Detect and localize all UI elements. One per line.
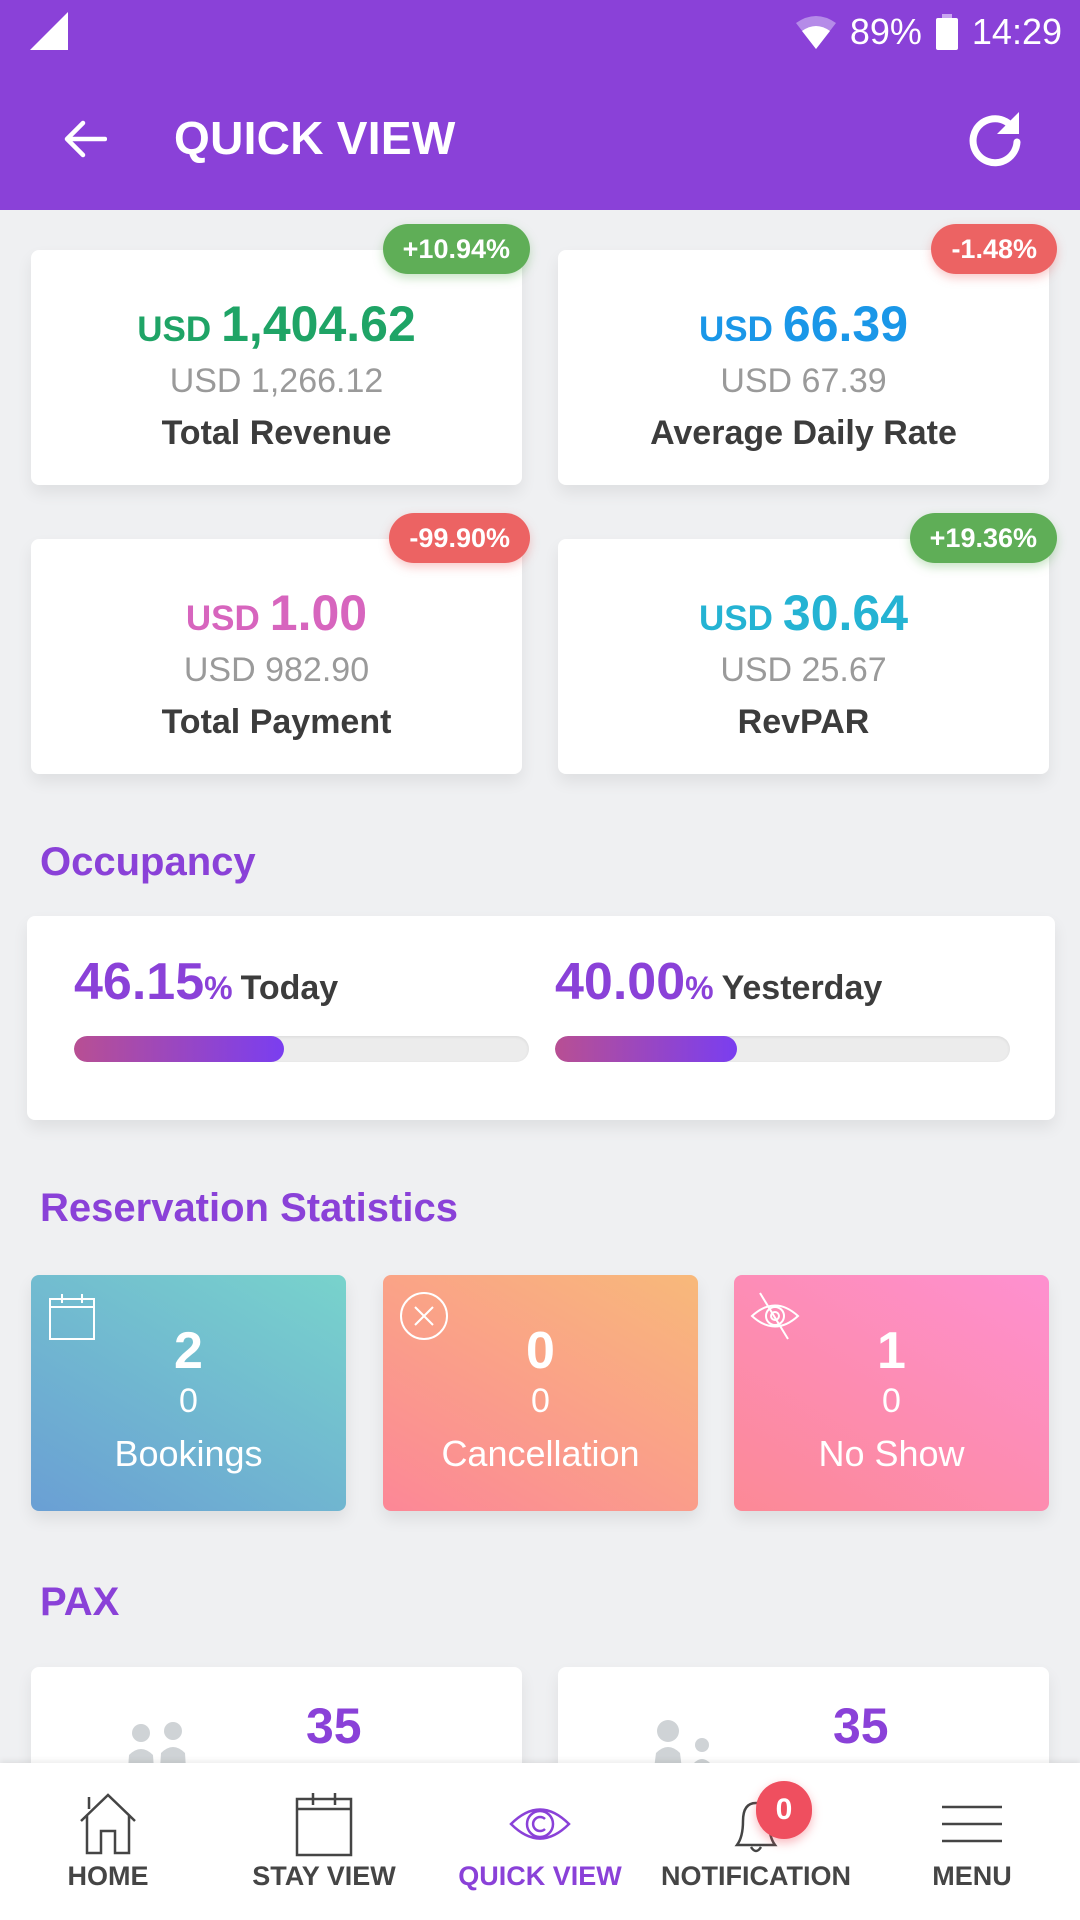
calendar-icon (295, 1793, 353, 1857)
bookings-label: Bookings (114, 1433, 263, 1474)
occupancy-today: 46.15% Today (74, 952, 529, 1062)
hamburger-icon (942, 1805, 1002, 1843)
progress-fill (74, 1036, 284, 1062)
kpi-card-total-revenue[interactable]: +10.94% USD 1,404.62 USD 1,266.12 Total R… (31, 224, 530, 485)
kpi-previous-value: USD 67.39 (720, 362, 887, 400)
nav-home[interactable]: HOME (0, 1763, 216, 1920)
occupancy-today-progress (74, 1036, 529, 1062)
occupancy-today-label: Today (240, 969, 339, 1007)
occupancy-yesterday-label: Yesterday (721, 969, 883, 1007)
reservation-statistics-title: Reservation Statistics (40, 1186, 458, 1230)
occupancy-today-value: 46.15 (74, 953, 205, 1011)
page-title: QUICK VIEW (174, 112, 456, 164)
toolbar: QUICK VIEW (0, 65, 1080, 210)
kpi-card-average-daily-rate[interactable]: -1.48% USD 66.39 USD 67.39 Average Daily … (558, 224, 1057, 485)
nav-quick-view-label: QUICK VIEW (458, 1861, 622, 1891)
clock: 14:29 (971, 11, 1062, 52)
notification-count-badge: 0 (756, 1781, 812, 1839)
battery-percent: 89% (849, 11, 922, 52)
nav-notification[interactable]: 0 NOTIFICATION (648, 1763, 864, 1920)
eye-icon (509, 1808, 571, 1840)
nav-home-label: HOME (67, 1861, 149, 1891)
progress-fill (555, 1036, 737, 1062)
change-badge: -1.48% (931, 224, 1057, 274)
app-bar: 89% 14:29 QUICK VIEW (0, 0, 1080, 210)
kpi-card-total-payment[interactable]: -99.90% USD 1.00 USD 982.90 Total Payment (31, 513, 530, 774)
cancellation-card[interactable]: 0 0 Cancellation (383, 1275, 698, 1511)
kpi-value: USD 1.00 (185, 585, 368, 641)
occupancy-yesterday-progress (555, 1036, 1010, 1062)
change-badge: +10.94% (382, 224, 530, 274)
bookings-card[interactable]: 2 0 Bookings (31, 1275, 346, 1511)
nav-notification-label: NOTIFICATION (661, 1861, 851, 1891)
kpi-value: USD 30.64 (698, 585, 909, 641)
nav-stay-view-label: STAY VIEW (252, 1861, 396, 1891)
pax-children-value: 35 (833, 1698, 889, 1754)
kpi-previous-value: USD 25.67 (720, 651, 887, 689)
eye-off-icon (750, 1292, 800, 1340)
kpi-previous-value: USD 982.90 (183, 651, 370, 689)
refresh-icon (969, 112, 1021, 167)
cancellation-label: Cancellation (441, 1433, 640, 1474)
nav-stay-view[interactable]: STAY VIEW (216, 1763, 432, 1920)
calendar-icon (49, 1294, 95, 1340)
status-bar: 89% 14:29 (0, 0, 1080, 65)
battery-icon (935, 14, 958, 50)
pax-title: PAX (40, 1580, 120, 1624)
refresh-button[interactable] (960, 103, 1030, 173)
occupancy-title: Occupancy (40, 840, 256, 884)
kpi-previous-value: USD 1,266.12 (169, 362, 384, 400)
kpi-label: RevPAR (737, 703, 870, 741)
occupancy-yesterday: 40.00% Yesterday (555, 952, 1010, 1062)
no-show-card[interactable]: 1 0 No Show (734, 1275, 1049, 1511)
kpi-value: USD 66.39 (698, 296, 909, 352)
occupancy-yesterday-value: 40.00 (555, 953, 686, 1011)
kpi-value: USD 1,404.62 (137, 296, 416, 352)
kpi-card-revpar[interactable]: +19.36% USD 30.64 USD 25.67 RevPAR (558, 513, 1057, 774)
nav-quick-view[interactable]: QUICK VIEW (432, 1763, 648, 1920)
bottom-navigation: HOME STAY VIEW QUICK VIEW 0 NOTIFICATION (0, 1763, 1080, 1920)
nav-menu-label: MENU (932, 1861, 1012, 1891)
kpi-label: Average Daily Rate (650, 414, 957, 452)
occupancy-card: 46.15% Today 40.00% Yesterday (27, 916, 1055, 1120)
change-badge: -99.90% (389, 513, 530, 563)
no-show-label: No Show (818, 1433, 965, 1474)
home-icon (80, 1793, 136, 1855)
back-button[interactable] (55, 109, 115, 169)
change-badge: +19.36% (909, 513, 1057, 563)
kpi-label: Total Payment (161, 703, 392, 741)
pax-adults-value: 35 (306, 1698, 362, 1754)
nav-menu[interactable]: MENU (864, 1763, 1080, 1920)
cell-signal-icon (30, 12, 68, 50)
wifi-icon (795, 16, 836, 49)
kpi-label: Total Revenue (161, 414, 392, 452)
bookings-previous: 0 (179, 1382, 198, 1420)
cancellation-previous: 0 (531, 1382, 550, 1420)
cancel-circle-icon (400, 1292, 448, 1340)
arrow-left-icon (64, 120, 107, 158)
no-show-previous: 0 (882, 1382, 901, 1420)
